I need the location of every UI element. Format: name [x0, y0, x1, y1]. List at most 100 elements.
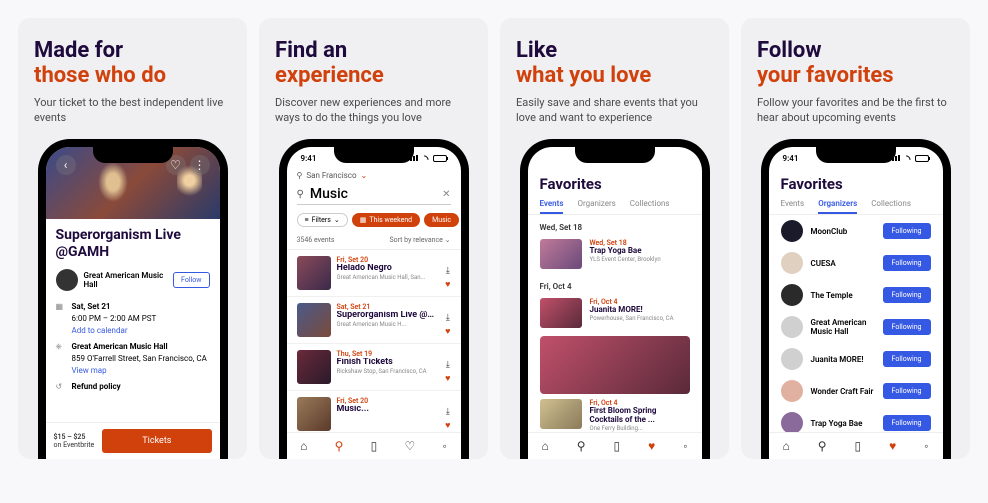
following-button[interactable]: Following — [883, 415, 931, 431]
tab-events[interactable]: Events — [781, 199, 805, 214]
organizer-row[interactable]: The TempleFollowing — [769, 279, 943, 311]
ticket-footer: $15 – $25on Eventbrite Tickets — [46, 422, 220, 459]
filter-icon: ≡ — [305, 216, 309, 224]
tickets-icon[interactable]: ▯ — [855, 439, 862, 453]
tab-events[interactable]: Events — [540, 199, 564, 214]
organizer-row[interactable]: Great American Music HallFollowing — [769, 311, 943, 343]
follow-button[interactable]: Follow — [173, 272, 209, 288]
date-section: Wed, Set 18 — [528, 215, 702, 234]
organizer-avatar[interactable] — [56, 269, 78, 291]
favorites-tabs: Events Organizers Collections — [769, 193, 943, 215]
view-map-link[interactable]: View map — [72, 366, 107, 375]
tickets-icon[interactable]: ▯ — [371, 439, 378, 453]
heart-icon[interactable]: ♥ — [445, 373, 450, 384]
organizer-logo — [781, 316, 803, 338]
organizer-row[interactable]: MoonClubFollowing — [769, 215, 943, 247]
promo-panel-3: Likewhat you love Easily save and share … — [500, 18, 729, 459]
event-thumb — [540, 399, 582, 429]
search-result[interactable]: Thu, Set 19Finish TicketsRickshaw Stop, … — [287, 344, 461, 391]
event-thumb — [297, 397, 331, 431]
organizer-logo — [781, 412, 803, 434]
favorites-tabs: Events Organizers Collections — [528, 193, 702, 215]
subheadline: Easily save and share events that you lo… — [516, 95, 713, 126]
event-thumb — [297, 256, 331, 290]
tickets-icon[interactable]: ▯ — [614, 439, 621, 453]
event-thumb — [540, 298, 582, 328]
profile-icon[interactable]: ◦ — [443, 439, 447, 453]
favorites-icon[interactable]: ♡ — [405, 439, 416, 453]
profile-icon[interactable]: ◦ — [683, 439, 687, 453]
search-icon[interactable]: ⚲ — [335, 439, 344, 453]
tab-collections[interactable]: Collections — [871, 199, 911, 214]
share-icon[interactable]: ⤓ — [446, 266, 450, 276]
location-selector[interactable]: ⚲San Francisco⌄ — [287, 165, 461, 182]
home-icon[interactable]: ⌂ — [541, 439, 548, 453]
event-thumb — [297, 303, 331, 337]
following-button[interactable]: Following — [883, 383, 931, 399]
favorite-event[interactable]: Wed, Set 18Trap Yoga BaeYLS Event Center… — [528, 234, 702, 274]
following-button[interactable]: Following — [883, 255, 931, 271]
bottom-nav: ⌂ ⚲ ▯ ♥ ◦ — [528, 432, 702, 459]
following-button[interactable]: Following — [883, 319, 931, 335]
home-icon[interactable]: ⌂ — [782, 439, 789, 453]
search-icon[interactable]: ⚲ — [818, 439, 827, 453]
bottom-nav: ⌂ ⚲ ▯ ♡ ◦ — [287, 432, 461, 459]
favorites-icon[interactable]: ♥ — [889, 439, 896, 453]
event-thumb — [297, 350, 331, 384]
more-icon[interactable]: ⋮ — [190, 155, 210, 175]
favorite-event[interactable]: Fri, Oct 4First Bloom Spring Cocktails o… — [528, 394, 702, 437]
search-icon[interactable]: ⚲ — [577, 439, 586, 453]
promo-panel-1: Made forthose who do Your ticket to the … — [18, 18, 247, 459]
page-title: Favorites — [540, 175, 690, 193]
event-hero — [540, 336, 690, 394]
add-calendar-link[interactable]: Add to calendar — [72, 326, 128, 335]
event-thumb — [540, 239, 582, 269]
clear-icon[interactable]: ✕ — [442, 189, 450, 200]
search-result[interactable]: Fri, Set 20Music...⤓♥ — [287, 391, 461, 438]
organizer-row[interactable]: Juanita MORE!Following — [769, 343, 943, 375]
organizer-row[interactable]: Wonder Craft FairFollowing — [769, 375, 943, 407]
tickets-button[interactable]: Tickets — [102, 429, 211, 453]
music-chip[interactable]: Music — [424, 213, 459, 227]
back-icon[interactable]: ‹ — [56, 155, 76, 175]
organizer-logo — [781, 220, 803, 242]
share-icon[interactable]: ⤓ — [446, 313, 450, 323]
favorites-icon[interactable]: ♥ — [648, 439, 655, 453]
promo-panel-4: Followyour favorites Follow your favorit… — [741, 18, 970, 459]
organizer-logo — [781, 348, 803, 370]
location-icon: ⎈ — [56, 341, 66, 377]
profile-icon[interactable]: ◦ — [924, 439, 928, 453]
heart-icon[interactable]: ♥ — [445, 326, 450, 337]
favorite-event[interactable]: Fri, Oct 4Juanita MORE!Powerhouse, San F… — [528, 293, 702, 333]
heart-icon[interactable]: ♥ — [445, 420, 450, 431]
following-button[interactable]: Following — [883, 223, 931, 239]
heart-icon[interactable]: ♥ — [445, 279, 450, 290]
event-title: Superorganism Live @GAMH — [56, 227, 210, 261]
page-title: Favorites — [781, 175, 931, 193]
date-section: Fri, Oct 4 — [528, 274, 702, 293]
tab-organizers[interactable]: Organizers — [818, 199, 857, 214]
share-icon[interactable]: ⤓ — [446, 407, 450, 417]
share-icon[interactable]: ⤓ — [446, 360, 450, 370]
phone-frame: 9:41 ⚲San Francisco⌄ ⚲Music✕ ≡Filters⌄ ▦… — [279, 139, 469, 459]
organizer-row[interactable]: CUESAFollowing — [769, 247, 943, 279]
search-result[interactable]: Fri, Set 20Helado NegroGreat American Mu… — [287, 250, 461, 297]
refund-icon: ↺ — [56, 381, 66, 393]
search-result[interactable]: Sat, Set 21Superorganism Live @GAMHGreat… — [287, 297, 461, 344]
search-input[interactable]: ⚲Music✕ — [297, 186, 451, 205]
tab-collections[interactable]: Collections — [630, 199, 670, 214]
home-icon[interactable]: ⌂ — [300, 439, 307, 453]
headline: Followyour favorites — [757, 38, 954, 89]
calendar-icon: ▦ — [56, 301, 66, 337]
following-button[interactable]: Following — [883, 287, 931, 303]
sort-selector[interactable]: Sort by relevance ⌄ — [389, 236, 450, 244]
bottom-nav: ⌂ ⚲ ▯ ♥ ◦ — [769, 432, 943, 459]
following-button[interactable]: Following — [883, 351, 931, 367]
tab-organizers[interactable]: Organizers — [577, 199, 615, 214]
weekend-chip[interactable]: ▦This weekend — [352, 213, 420, 227]
phone-frame: 9:41 Favorites Events Organizers Collect… — [761, 139, 951, 459]
promo-panel-2: Find anexperience Discover new experienc… — [259, 18, 488, 459]
filters-chip[interactable]: ≡Filters⌄ — [297, 213, 348, 227]
organizer-logo — [781, 284, 803, 306]
subheadline: Your ticket to the best independent live… — [34, 95, 231, 126]
